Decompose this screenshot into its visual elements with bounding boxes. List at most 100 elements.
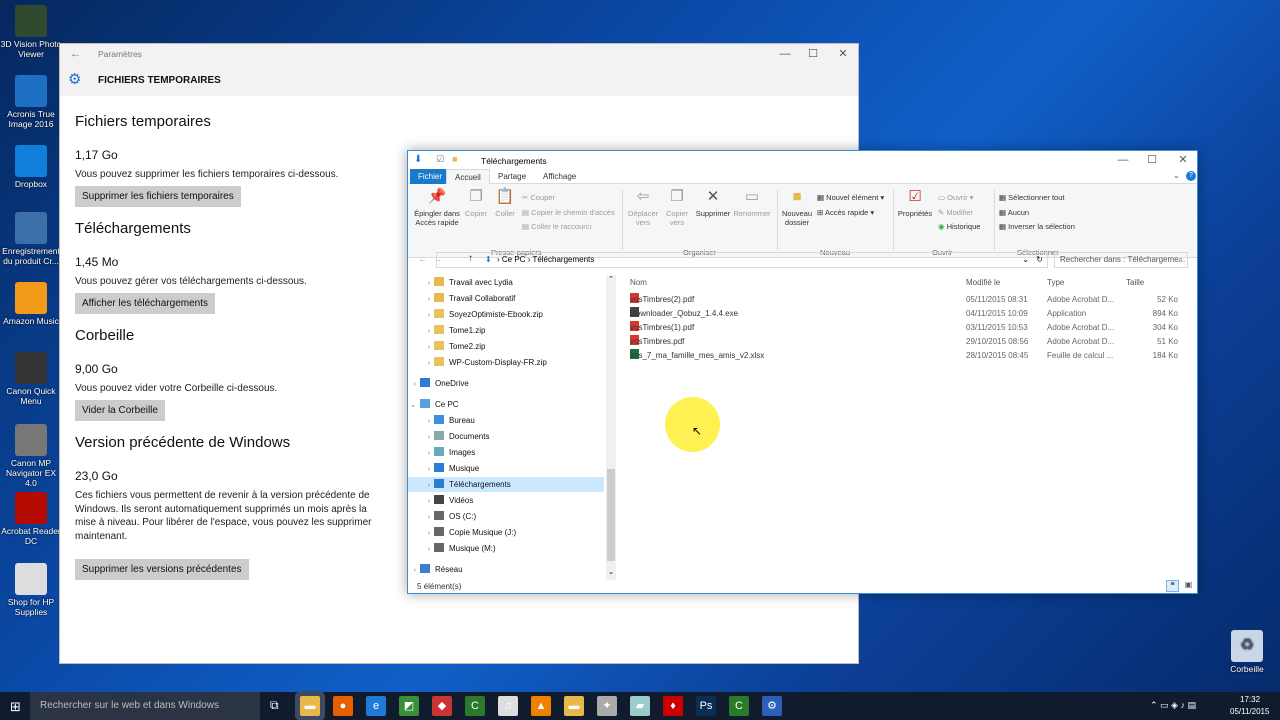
minimize-icon[interactable]: — [770, 44, 800, 64]
expand-chevron-icon[interactable]: › [408, 478, 434, 493]
file-row[interactable]: lms_7_ma_famille_mes_amis_v2.xlsx 28/10/2… [628, 349, 1188, 363]
section-action-button[interactable]: Vider la Corbeille [75, 400, 165, 421]
open-button[interactable]: ▭ Ouvrir ▾ [938, 193, 973, 202]
tab-accueil[interactable]: Accueil [446, 169, 490, 184]
taskbar-search-box[interactable]: Rechercher sur le web et dans Windows [30, 692, 260, 720]
new-folder-button[interactable]: ■ Nouveau dossier [780, 188, 814, 227]
nav-item-soyezoptimiste-ebook-zip[interactable]: › SoyezOptimiste-Ebook.zip [408, 307, 543, 322]
expand-chevron-icon[interactable]: › [408, 414, 434, 429]
section-action-button[interactable]: Supprimer les versions précédentes [75, 559, 249, 580]
windows-start-icon[interactable]: ⊞ [10, 699, 21, 715]
expand-chevron-icon[interactable]: › [408, 563, 420, 578]
column-header-type[interactable]: Type [1047, 278, 1064, 287]
close-icon[interactable]: ✕ [828, 44, 858, 64]
file-row[interactable]: vosTimbres(1).pdf 03/11/2015 10:53 Adobe A… [628, 321, 1188, 335]
notes-icon[interactable]: ▰ [630, 696, 650, 716]
expand-chevron-icon[interactable]: › [408, 494, 434, 509]
expand-chevron-icon[interactable]: › [408, 526, 434, 541]
nav-item-images[interactable]: › Images [408, 445, 475, 460]
file-row[interactable]: vosTimbres(2).pdf 05/11/2015 08:31 Adobe A… [628, 293, 1188, 307]
nav-item-vid-os[interactable]: › Vidéos [408, 493, 473, 508]
nav-item-wp-custom-display-fr-zip[interactable]: › WP-Custom-Display-FR.zip [408, 355, 547, 370]
close-icon[interactable]: ✕ [1168, 150, 1198, 170]
nav-item-documents[interactable]: › Documents [408, 429, 489, 444]
flame-icon[interactable]: ♦ [663, 696, 683, 716]
firefox-icon[interactable]: ● [333, 696, 353, 716]
clock-date[interactable]: 05/11/2015 [1230, 707, 1269, 716]
edit-button[interactable]: ✎ Modifier [938, 208, 973, 217]
nav-item-tome1-zip[interactable]: › Tome1.zip [408, 323, 485, 338]
photoshop-icon[interactable]: Ps [696, 696, 716, 716]
nav-item-travail-avec-lydia[interactable]: › Travail avec Lydia [408, 275, 513, 290]
properties-button[interactable]: ☑ Propriétés [896, 188, 934, 218]
nav-item-musique-m[interactable]: › Musique (M:) [408, 541, 496, 556]
maximize-icon[interactable]: ☐ [798, 44, 828, 64]
expand-chevron-icon[interactable]: › [408, 542, 434, 557]
expand-chevron-icon[interactable]: › [408, 377, 420, 392]
expand-chevron-icon[interactable]: › [408, 356, 434, 371]
column-header-name[interactable]: Nom [630, 278, 647, 287]
nav-item-os-c[interactable]: › OS (C:) [408, 509, 476, 524]
expand-chevron-icon[interactable]: › [408, 340, 434, 355]
system-tray-icons[interactable]: ⌃ ▭ ◈ ♪ ▤ [1150, 700, 1196, 711]
desktop-icon[interactable]: Canon MP Navigator EX 4.0 [0, 424, 62, 488]
clock-time[interactable]: 17:32 [1240, 695, 1260, 704]
expand-chevron-icon[interactable]: › [408, 292, 434, 307]
desktop-icon[interactable]: Canon Quick Menu [0, 352, 62, 406]
tab-partage[interactable]: Partage [490, 169, 534, 184]
properties-qat-icon[interactable]: ☑ [436, 154, 444, 165]
move-to-button[interactable]: ⇦ Déplacer vers [626, 188, 660, 227]
section-action-button[interactable]: Afficher les téléchargements [75, 293, 215, 314]
recycle-bin[interactable]: ♻ Corbeille [1216, 630, 1278, 674]
refresh-icon[interactable]: ↻ [1036, 253, 1043, 267]
nav-item-bureau[interactable]: › Bureau [408, 413, 475, 428]
back-arrow-icon[interactable]: ← [70, 48, 81, 60]
nav-item-tome2-zip[interactable]: › Tome2.zip [408, 339, 485, 354]
expand-chevron-icon[interactable]: › [408, 430, 434, 445]
file-row[interactable]: Downloader_Qobuz_1.4.4.exe 04/11/2015 10:… [628, 307, 1188, 321]
column-header-modified[interactable]: Modifié le [966, 278, 1000, 287]
desktop-icon[interactable]: Amazon Music [0, 282, 62, 326]
expand-chevron-icon[interactable]: ⌄ [408, 398, 420, 413]
nav-item-copie-musique-j[interactable]: › Copie Musique (J:) [408, 525, 516, 540]
expand-chevron-icon[interactable]: › [408, 276, 434, 291]
copy-to-button[interactable]: ❐ Copier vers [660, 188, 694, 227]
large-icons-view-icon[interactable]: ▣ [1182, 580, 1195, 592]
details-view-icon[interactable]: ≡ [1166, 580, 1179, 592]
tool-icon[interactable]: ✦ [597, 696, 617, 716]
desktop-icon[interactable]: 3D Vision Photo Viewer [0, 5, 62, 59]
invert-selection-button[interactable]: ▦ Inverser la sélection [999, 222, 1075, 231]
nav-item-r-seau[interactable]: › Réseau [408, 562, 463, 577]
folder-icon[interactable]: ▬ [564, 696, 584, 716]
edge-icon[interactable]: e [366, 696, 386, 716]
minimize-icon[interactable]: — [1108, 150, 1138, 170]
history-button[interactable]: ◉ Historique [938, 222, 980, 231]
select-all-button[interactable]: ▦ Sélectionner tout [999, 193, 1064, 202]
tab-fichier[interactable]: Fichier [410, 169, 451, 184]
vlc-icon[interactable]: ▲ [531, 696, 551, 716]
expand-chevron-icon[interactable]: › [408, 462, 434, 477]
settings-taskbar-icon[interactable]: ⚙ [762, 696, 782, 716]
expand-chevron-icon[interactable]: › [408, 324, 434, 339]
nav-scrollbar[interactable]: ⌃ ⌄ [606, 275, 616, 580]
itunes-icon[interactable]: ♫ [498, 696, 518, 716]
maximize-icon[interactable]: ☐ [1137, 150, 1167, 170]
scroll-down-icon[interactable]: ⌄ [607, 568, 615, 578]
new-item-button[interactable]: ▦ Nouvel élément ▾ [817, 193, 884, 202]
breadcrumb-downloads[interactable]: Téléchargements [532, 255, 594, 264]
nav-item-travail-collaboratif[interactable]: › Travail Collaboratif [408, 291, 515, 306]
paste-button[interactable]: 📋 Coller [492, 188, 518, 218]
file-explorer-icon[interactable]: ▬ [300, 696, 320, 716]
red-app-icon[interactable]: ◆ [432, 696, 452, 716]
cut-button[interactable]: ✂ Couper [522, 193, 555, 202]
quick-access-button[interactable]: ⊞ Accès rapide ▾ [817, 208, 874, 217]
column-header-size[interactable]: Taille [1126, 278, 1144, 287]
back-nav-icon[interactable]: ← [418, 254, 427, 264]
copy-path-button[interactable]: ▤ Copier le chemin d'accès [522, 208, 615, 217]
help-icon[interactable]: ? [1186, 171, 1196, 181]
rename-button[interactable]: ▭ Renommer [732, 188, 772, 218]
scroll-up-icon[interactable]: ⌃ [607, 275, 615, 285]
select-none-button[interactable]: ▦ Aucun [999, 208, 1029, 217]
camtasia-c-icon[interactable]: C [729, 696, 749, 716]
breadcrumb-ce-pc[interactable]: Ce PC [502, 255, 526, 264]
